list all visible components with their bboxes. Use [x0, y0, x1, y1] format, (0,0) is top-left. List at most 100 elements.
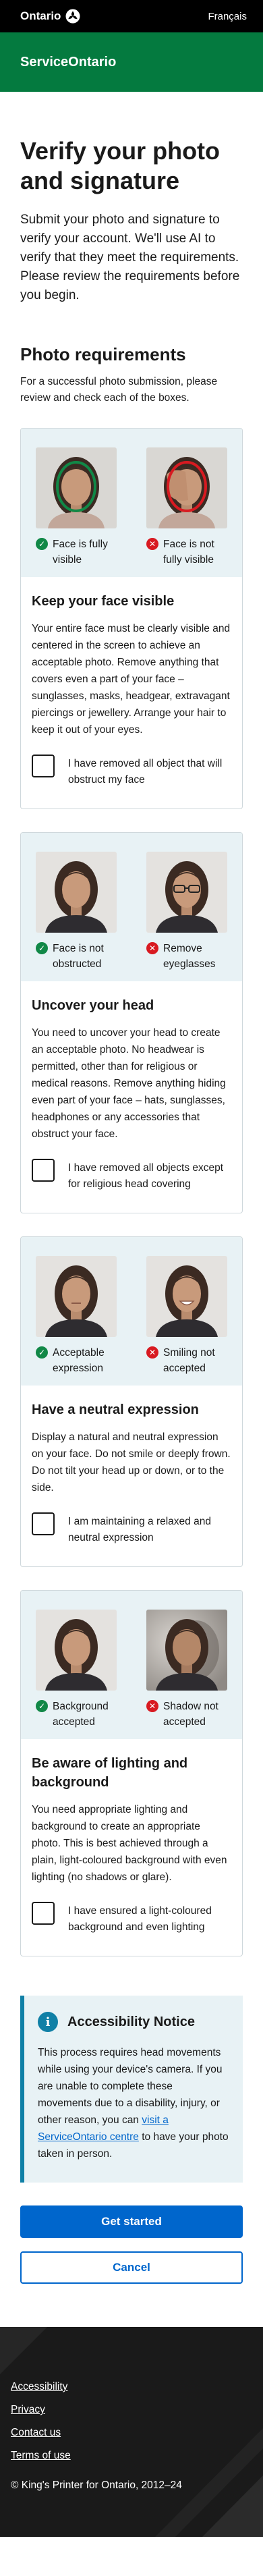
card-body: Keep your face visible Your entire face …: [21, 577, 242, 809]
card-title: Keep your face visible: [32, 594, 175, 609]
bad-example-caption: ✕ Smiling not accepted: [146, 1345, 227, 1376]
requirement-card-lighting-background: ✓ Background accepted ✕ Shadow not accep…: [20, 1590, 243, 1956]
site-header: Ontario Français ServiceOntario: [0, 0, 263, 92]
good-example-caption: ✓ Face is fully visible: [36, 537, 117, 568]
card-title: Have a neutral expression: [32, 1402, 199, 1417]
good-example: ✓ Face is fully visible: [36, 447, 117, 568]
checkbox-label[interactable]: I have ensured a light-coloured backgrou…: [68, 1902, 231, 1936]
bad-example-photo: [146, 852, 227, 933]
good-example-caption: ✓ Background accepted: [36, 1699, 117, 1730]
bad-example: ✕ Smiling not accepted: [146, 1256, 227, 1376]
bad-example-caption: ✕ Face is not fully visible: [146, 537, 227, 568]
caption-text: Face is fully visible: [53, 539, 108, 566]
x-circle-icon: ✕: [146, 538, 158, 550]
cancel-button[interactable]: Cancel: [20, 2251, 243, 2284]
accessibility-notice: i Accessibility Notice This process requ…: [20, 1996, 243, 2183]
caption-text: Remove eyeglasses: [163, 943, 216, 970]
card-body: Be aware of lighting and background You …: [21, 1739, 242, 1956]
card-description: Your entire face must be clearly visible…: [32, 623, 231, 736]
caption-text: Background accepted: [53, 1701, 109, 1728]
requirement-checkbox[interactable]: [32, 755, 55, 777]
caption-text: Face is not fully visible: [163, 539, 214, 566]
requirement-checkbox[interactable]: [32, 1512, 55, 1535]
caption-text: Face is not obstructed: [53, 943, 104, 970]
section-subtitle: For a successful photo submission, pleas…: [20, 376, 218, 404]
good-example-photo: [36, 1256, 117, 1337]
checkbox-label[interactable]: I have removed all object that will obst…: [68, 755, 231, 788]
get-started-button[interactable]: Get started: [20, 2205, 243, 2238]
check-circle-icon: ✓: [36, 1346, 48, 1359]
good-example: ✓ Acceptable expression: [36, 1256, 117, 1376]
x-circle-icon: ✕: [146, 1346, 158, 1359]
main-content: Verify your photo and signature Submit y…: [0, 136, 263, 2284]
footer-link-accessibility[interactable]: Accessibility: [11, 2381, 67, 2392]
good-example-photo: [36, 447, 117, 528]
requirement-checkbox[interactable]: [32, 1159, 55, 1182]
example-photos: ✓ Face is not obstructed ✕ Remove eyegla…: [21, 833, 242, 981]
card-description: Display a natural and neutral expression…: [32, 1431, 231, 1493]
card-description: You need appropriate lighting and backgr…: [32, 1804, 227, 1883]
notice-header: i Accessibility Notice: [38, 2012, 229, 2032]
card-body: Have a neutral expression Display a natu…: [21, 1386, 242, 1566]
bad-example-caption: ✕ Shadow not accepted: [146, 1699, 227, 1730]
intro-paragraph: Submit your photo and signature to verif…: [20, 213, 240, 302]
footer-link-privacy[interactable]: Privacy: [11, 2404, 45, 2415]
good-example-caption: ✓ Acceptable expression: [36, 1345, 117, 1376]
good-example: ✓ Face is not obstructed: [36, 852, 117, 972]
bad-example: ✕ Face is not fully visible: [146, 447, 227, 568]
card-title: Uncover your head: [32, 998, 154, 1013]
section-title: Photo requirements: [20, 344, 186, 364]
site-footer: Accessibility Privacy Contact us Terms o…: [0, 2327, 263, 2537]
x-circle-icon: ✕: [146, 942, 158, 954]
bad-example: ✕ Remove eyeglasses: [146, 852, 227, 972]
example-photos: ✓ Acceptable expression ✕ Smiling not ac…: [21, 1237, 242, 1386]
requirement-checkbox[interactable]: [32, 1902, 55, 1925]
requirement-checkbox-row[interactable]: I am maintaining a relaxed and neutral e…: [32, 1512, 231, 1546]
copyright-text: © King's Printer for Ontario, 2012–24: [11, 2479, 182, 2491]
requirement-card-neutral-expression: ✓ Acceptable expression ✕ Smiling not ac…: [20, 1236, 243, 1567]
language-toggle-link[interactable]: Français: [208, 11, 247, 22]
card-body: Uncover your head You need to uncover yo…: [21, 981, 242, 1213]
check-circle-icon: ✓: [36, 538, 48, 550]
service-name[interactable]: ServiceOntario: [20, 55, 116, 70]
notice-text-start: This process requires head movements whi…: [38, 2047, 223, 2126]
footer-links: Accessibility Privacy Contact us Terms o…: [11, 2381, 252, 2462]
caption-text: Shadow not accepted: [163, 1701, 218, 1728]
bad-example: ✕ Shadow not accepted: [146, 1610, 227, 1730]
checkbox-label[interactable]: I am maintaining a relaxed and neutral e…: [68, 1512, 231, 1546]
checkbox-label[interactable]: I have removed all objects except for re…: [68, 1159, 231, 1193]
info-icon: i: [38, 2012, 58, 2032]
card-description: You need to uncover your head to create …: [32, 1027, 226, 1140]
bad-example-photo: [146, 1256, 227, 1337]
requirement-checkbox-row[interactable]: I have ensured a light-coloured backgrou…: [32, 1902, 231, 1936]
check-circle-icon: ✓: [36, 1700, 48, 1712]
good-example-photo: [36, 852, 117, 933]
notice-text: This process requires head movements whi…: [38, 2044, 229, 2162]
page-title: Verify your photo and signature: [20, 137, 221, 194]
caption-text: Acceptable expression: [53, 1347, 105, 1374]
ontario-logo[interactable]: Ontario: [20, 9, 80, 24]
requirement-card-face-visible: ✓ Face is fully visible ✕ Face is not fu…: [20, 428, 243, 809]
caption-text: Smiling not accepted: [163, 1347, 215, 1374]
footer-link-terms[interactable]: Terms of use: [11, 2450, 71, 2461]
example-photos: ✓ Background accepted ✕ Shadow not accep…: [21, 1591, 242, 1739]
good-example-photo: [36, 1610, 117, 1691]
notice-title: Accessibility Notice: [67, 2014, 195, 2029]
requirement-checkbox-row[interactable]: I have removed all object that will obst…: [32, 755, 231, 788]
card-title: Be aware of lighting and background: [32, 1756, 188, 1790]
bad-example-photo: [146, 1610, 227, 1691]
service-ontario-bar: ServiceOntario: [0, 32, 263, 92]
ontario-top-bar: Ontario Français: [0, 0, 263, 32]
good-example: ✓ Background accepted: [36, 1610, 117, 1730]
footer-link-contact[interactable]: Contact us: [11, 2427, 61, 2438]
ontario-wordmark: Ontario: [20, 9, 61, 22]
requirement-card-uncover-head: ✓ Face is not obstructed ✕ Remove eyegla…: [20, 832, 243, 1213]
example-photos: ✓ Face is fully visible ✕ Face is not fu…: [21, 429, 242, 577]
requirement-checkbox-row[interactable]: I have removed all objects except for re…: [32, 1159, 231, 1193]
trillium-logo-icon: [65, 9, 80, 24]
bad-example-photo: [146, 447, 227, 528]
bad-example-caption: ✕ Remove eyeglasses: [146, 941, 227, 972]
check-circle-icon: ✓: [36, 942, 48, 954]
good-example-caption: ✓ Face is not obstructed: [36, 941, 117, 972]
x-circle-icon: ✕: [146, 1700, 158, 1712]
